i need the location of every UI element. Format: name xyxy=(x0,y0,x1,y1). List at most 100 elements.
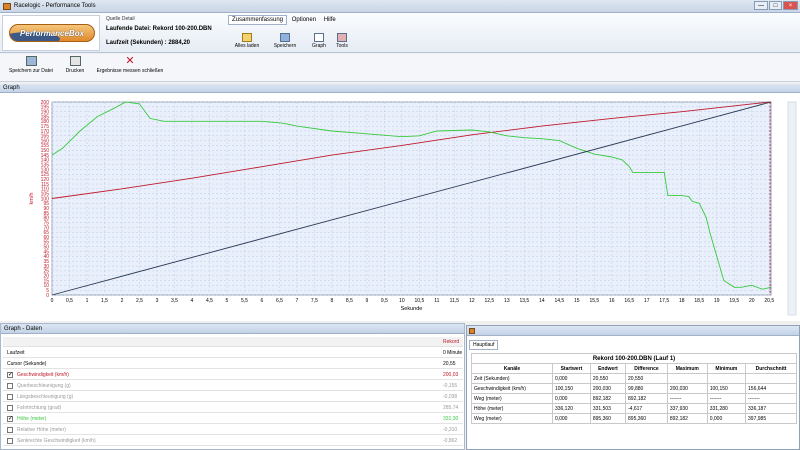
minimize-button[interactable]: — xyxy=(754,1,768,10)
x-tick-label: 11 xyxy=(434,298,439,304)
results-column-header: Minimum xyxy=(706,363,747,374)
data-row[interactable]: Querbeschleunigung (g) -0,155 xyxy=(3,381,463,391)
x-tick-label: 16,5 xyxy=(624,298,634,304)
channel-checkbox[interactable]: ✓ xyxy=(7,416,13,422)
data-row[interactable]: ✓ Höhe (meter) 331,30 xyxy=(3,414,463,424)
data-row[interactable]: Fahrtrichtung (grad) 285,74 xyxy=(3,403,463,413)
results-cell: 156,644 xyxy=(745,383,797,394)
data-row-value: 20,55 xyxy=(443,361,456,367)
results-cell: 331,280 xyxy=(706,403,747,414)
data-row-value: 331,30 xyxy=(443,416,459,422)
speed-chart[interactable]: 0510152025303540455055606570758085909510… xyxy=(0,93,800,321)
x-axis-label: Sekunde xyxy=(401,306,423,312)
results-cell: 0,000 xyxy=(706,413,747,424)
results-cell: 0,000 xyxy=(551,393,591,404)
channel-checkbox[interactable] xyxy=(7,427,13,433)
print-button[interactable]: Drucken xyxy=(62,56,88,74)
data-row[interactable]: Senkrechte Geschwindigkeit (km/h) -0,862 xyxy=(3,436,463,446)
results-cell: Weg (meter) xyxy=(471,413,553,424)
results-cell: 336,187 xyxy=(745,403,797,414)
x-tick-label: 15 xyxy=(574,298,580,304)
graph-right-panel xyxy=(787,101,797,316)
data-row-value: -0,310 xyxy=(443,427,458,433)
results-column-header: Endwert xyxy=(589,363,627,374)
x-tick-label: 14 xyxy=(539,298,545,304)
ribbon: PerformanceBox Quelle Detail Laufende Da… xyxy=(0,13,800,53)
x-tick-label: 20 xyxy=(749,298,755,304)
results-column-header: Durchschnitt xyxy=(745,363,797,374)
floppy-icon xyxy=(25,56,37,66)
results-cell: 895,360 xyxy=(589,413,627,424)
data-row[interactable]: Längsbeschleunigung (g) -0,038 xyxy=(3,392,463,402)
results-cell: 0,000 xyxy=(551,413,591,424)
x-tick-label: 18,5 xyxy=(694,298,704,304)
results-column-header: Difference xyxy=(625,363,668,374)
save-to-file-button[interactable]: Speichern zur Datei xyxy=(4,56,58,74)
results-cell: 99,880 xyxy=(625,383,668,394)
data-row-name: Höhe (meter) xyxy=(17,416,47,422)
menu-zusammenfassung[interactable]: Zusammenfassung xyxy=(228,15,288,25)
graph-data-title: Graph - Daten xyxy=(1,324,464,334)
results-toolbar: Speichern zur Datei Drucken ✕ Ergebnisse… xyxy=(0,54,800,82)
results-row: Weg (meter) 0,000 892,182 892,182 ------- ---… xyxy=(471,393,797,404)
x-tick-label: 5 xyxy=(226,298,229,304)
data-row[interactable]: ✓ Geschwindigkeit (km/h) 200,03 xyxy=(3,370,463,380)
results-cell: ------- xyxy=(666,393,708,404)
chart-icon xyxy=(314,33,324,42)
results-column-header: Maximum xyxy=(666,363,708,374)
source-detail-label: Quelle Detail xyxy=(106,16,135,22)
results-row: Zeit (Sekunden) 0,000 20,550 20,550 xyxy=(471,373,797,384)
panel-app-icon xyxy=(469,328,475,334)
data-row-name: Fahrtrichtung (grad) xyxy=(17,405,62,411)
channel-checkbox[interactable] xyxy=(7,383,13,389)
results-cell xyxy=(666,373,708,384)
menu-optionen[interactable]: Optionen xyxy=(289,16,319,24)
channel-checkbox[interactable] xyxy=(7,405,13,411)
channel-checkbox[interactable]: ✓ xyxy=(7,372,13,378)
graph-panel-title: Graph xyxy=(0,84,800,93)
channel-checkbox[interactable] xyxy=(7,438,13,444)
logo-box: PerformanceBox xyxy=(2,15,100,51)
results-cell: Weg (meter) xyxy=(471,393,553,404)
maximize-button[interactable]: □ xyxy=(769,1,782,10)
y-axis-label: km/h xyxy=(29,193,35,205)
results-cell: Zeit (Sekunden) xyxy=(471,373,553,384)
results-cell: 20,550 xyxy=(589,373,627,384)
x-tick-label: 7,5 xyxy=(311,298,318,304)
results-cell: 337,930 xyxy=(666,403,708,414)
close-window-button[interactable]: × xyxy=(783,1,798,10)
x-tick-label: 13,5 xyxy=(519,298,529,304)
load-all-button[interactable]: Alles laden xyxy=(232,33,262,49)
data-row[interactable]: Relative Höhe (meter) -0,310 xyxy=(3,425,463,435)
hauptlauf-header xyxy=(467,326,799,336)
menu-hilfe[interactable]: Hilfe xyxy=(321,16,339,24)
x-tick-label: 18 xyxy=(679,298,685,304)
data-row-name: Laufzeit xyxy=(7,350,25,356)
tools-button[interactable]: Tools xyxy=(332,33,352,49)
data-row: Cursor (Sekunde) 20,55 xyxy=(3,359,463,369)
data-row-value: -0,862 xyxy=(443,438,458,444)
data-row-value: -0,155 xyxy=(443,383,458,389)
x-tick-label: 1,5 xyxy=(101,298,108,304)
results-cell xyxy=(745,373,797,384)
results-cell: Geschwindigkeit (km/h) xyxy=(471,383,553,394)
tools-icon xyxy=(337,33,347,42)
data-row-name: Querbeschleunigung (g) xyxy=(17,383,71,389)
results-cell: 200,030 xyxy=(666,383,708,394)
save-icon xyxy=(280,33,290,42)
tab-hauptlauf[interactable]: Hauptlauf xyxy=(469,340,499,350)
save-button[interactable]: Speichern xyxy=(270,33,300,49)
x-tick-label: 15,5 xyxy=(589,298,599,304)
graph-data-panel: Graph - Daten Rekord Laufzeit 0 Minute Cur… xyxy=(0,323,465,450)
save-to-file-label: Speichern zur Datei xyxy=(9,68,53,74)
x-tick-label: 9,5 xyxy=(381,298,388,304)
channel-checkbox[interactable] xyxy=(7,394,13,400)
x-tick-label: 12 xyxy=(469,298,475,304)
close-results-button[interactable]: ✕ Ergebnisse messen schließen xyxy=(90,56,170,75)
results-cell: 397,985 xyxy=(745,413,797,424)
results-cell: 0,000 xyxy=(551,373,591,384)
x-tick-label: 10,5 xyxy=(415,298,425,304)
results-cell: 331,503 xyxy=(589,403,627,414)
title-bar: Racelogic - Performance Tools — □ × xyxy=(0,0,800,13)
graph-button[interactable]: Graph xyxy=(308,33,330,49)
